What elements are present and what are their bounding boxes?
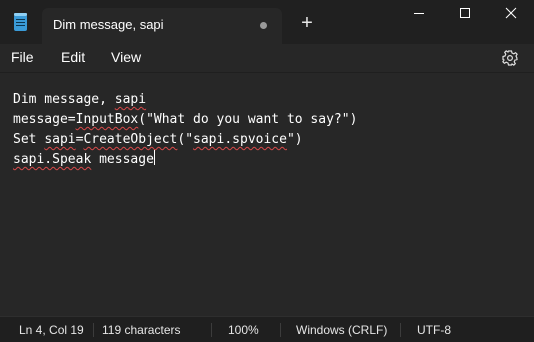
text-editor[interactable]: Dim message, sapi message=InputBox("What … (0, 72, 534, 317)
status-divider (280, 323, 281, 337)
settings-button[interactable] (499, 47, 521, 69)
menu-file[interactable]: File (11, 49, 34, 65)
code-text: Dim message, (13, 92, 115, 107)
misspelled-word: sapi (44, 132, 76, 147)
status-encoding[interactable]: UTF-8 (417, 323, 451, 337)
status-cursor-position: Ln 4, Col 19 (19, 323, 84, 337)
status-line-ending[interactable]: Windows (CRLF) (296, 323, 387, 337)
editor-line[interactable]: sapi.Speak message (13, 150, 357, 170)
maximize-icon (460, 8, 470, 18)
text-caret (153, 150, 155, 165)
menu-edit[interactable]: Edit (61, 49, 85, 65)
minimize-button[interactable] (396, 0, 442, 26)
code-text: ") (286, 132, 303, 147)
code-text: message= (13, 112, 76, 127)
notepad-window: Dim message, sapi + File Edit View Dim m… (0, 0, 534, 342)
status-zoom[interactable]: 100% (228, 323, 259, 337)
status-divider (93, 323, 94, 337)
new-tab-button[interactable]: + (296, 12, 318, 34)
menu-bar: File Edit View (0, 44, 534, 72)
editor-text[interactable]: Dim message, sapi message=InputBox("What … (13, 90, 357, 170)
tab-title: Dim message, sapi (53, 17, 164, 32)
status-bar: Ln 4, Col 19 119 characters 100% Windows… (0, 316, 534, 342)
status-character-count: 119 characters (102, 323, 181, 337)
menu-view[interactable]: View (111, 49, 141, 65)
title-bar[interactable]: Dim message, sapi + (0, 0, 534, 44)
gear-icon (502, 50, 518, 66)
code-text: message (91, 152, 154, 167)
notepad-icon (14, 13, 27, 31)
unsaved-dot-icon[interactable] (260, 22, 267, 29)
code-text: ("What do you want to say?") (138, 112, 358, 127)
editor-line[interactable]: Dim message, sapi (13, 90, 357, 110)
misspelled-word: InputBox (75, 112, 139, 127)
code-text: (" (177, 132, 194, 147)
misspelled-word: sapi.spvoice (193, 132, 287, 147)
editor-line[interactable]: Set sapi=CreateObject("sapi.spvoice") (13, 130, 357, 150)
editor-line[interactable]: message=InputBox("What do you want to sa… (13, 110, 357, 130)
misspelled-word: sapi (114, 92, 147, 107)
close-button[interactable] (488, 0, 534, 26)
maximize-button[interactable] (442, 0, 488, 26)
status-divider (400, 323, 401, 337)
minimize-icon (414, 13, 424, 14)
status-divider (211, 323, 212, 337)
misspelled-word: sapi.Speak (13, 152, 92, 167)
tab-document[interactable]: Dim message, sapi (42, 8, 282, 44)
code-text: Set (13, 132, 45, 147)
misspelled-word: CreateObject (83, 132, 178, 147)
close-icon (505, 7, 517, 19)
